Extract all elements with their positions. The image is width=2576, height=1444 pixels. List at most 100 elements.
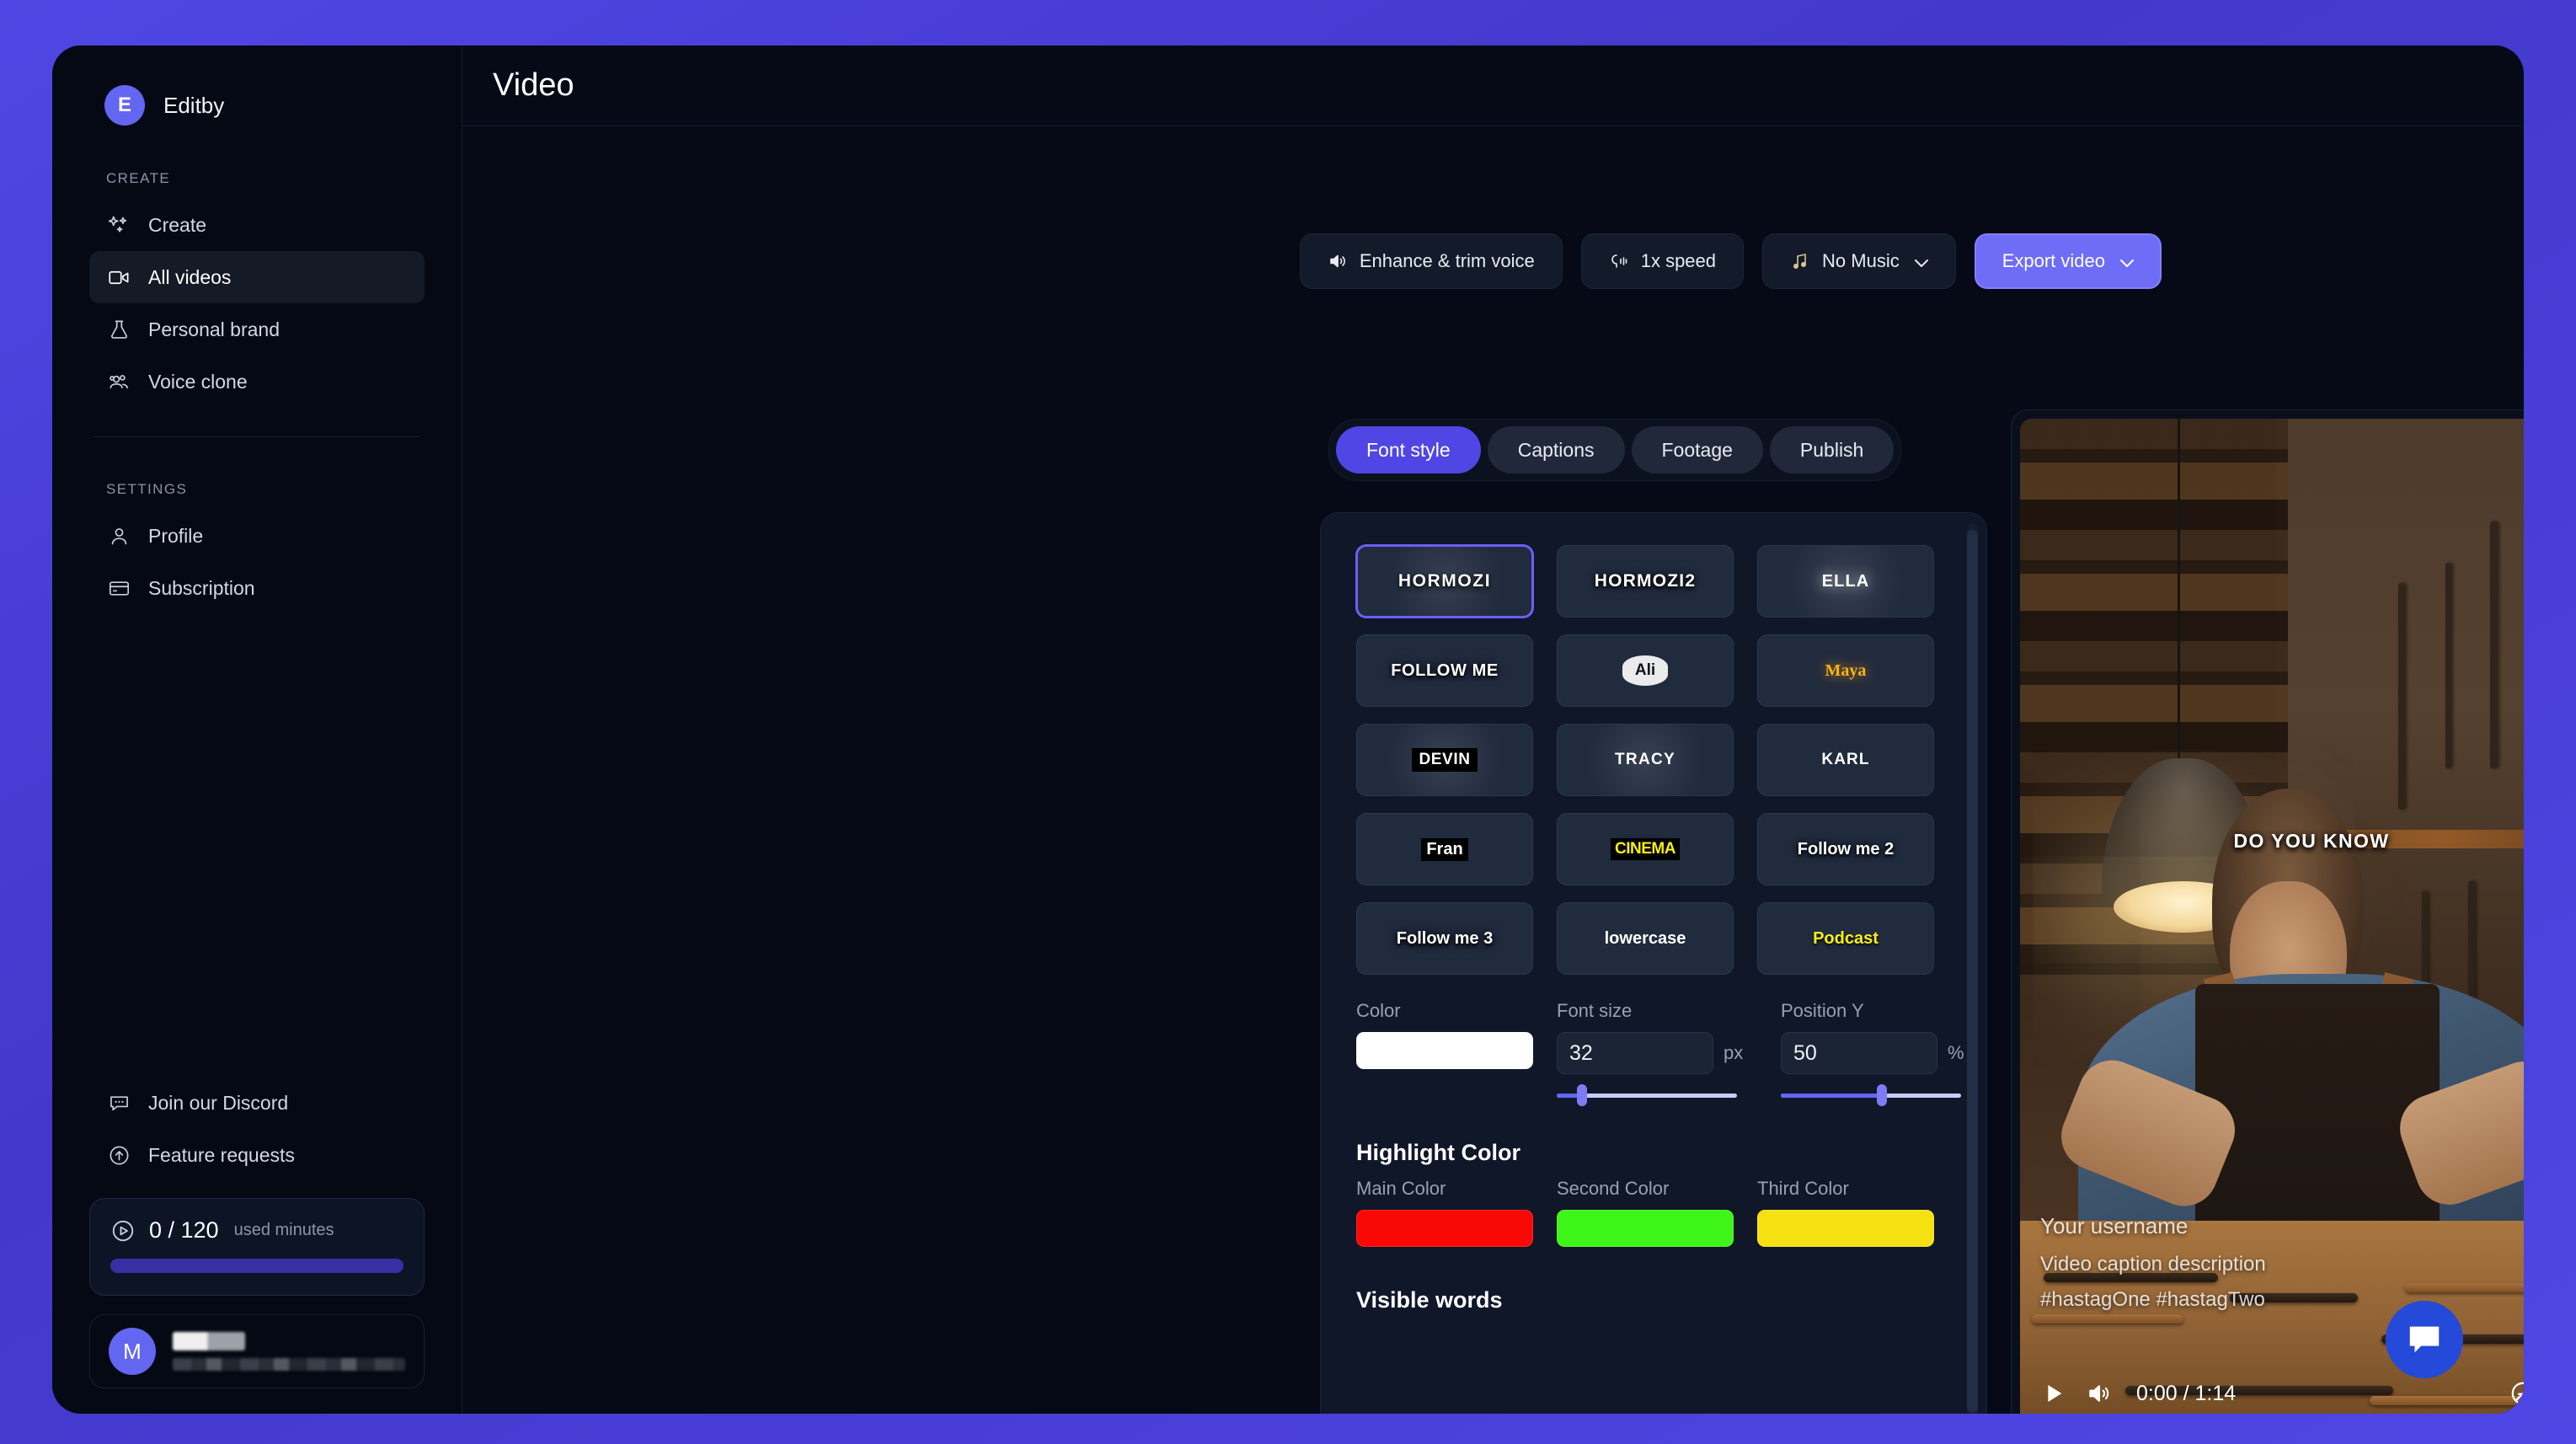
position-y-input[interactable] [1781,1032,1937,1074]
visible-words-title: Visible words [1356,1287,1503,1313]
page-title: Video [493,67,575,103]
sidebar-item-voice-clone[interactable]: Voice clone [89,356,425,408]
user-info-redacted [173,1332,405,1371]
main-color-swatch[interactable] [1356,1210,1533,1247]
font-style-card-cinema[interactable]: CINEMA [1557,813,1734,885]
tab-publish[interactable]: Publish [1769,426,1895,473]
sidebar-item-label: Profile [148,524,204,547]
font-size-label: Font size [1557,1000,1633,1021]
sidebar-item-label: All videos [148,265,232,288]
nav-section-settings-label: SETTINGS [106,481,188,497]
subtitles-off-icon[interactable] [2509,1379,2524,1408]
bottom-link-label: Join our Discord [148,1091,289,1114]
font-size-slider[interactable] [1557,1084,1737,1106]
speed-label: 1x speed [1640,250,1717,271]
second-color-swatch[interactable] [1557,1210,1734,1247]
slider-knob[interactable] [1876,1084,1887,1106]
feature-requests-link[interactable]: Feature requests [89,1129,425,1181]
font-style-label: ELLA [1821,571,1870,591]
sidebar-item-subscription[interactable]: Subscription [89,562,425,614]
color-control: Color [1356,1000,1533,1106]
font-style-card-hormozi[interactable]: HORMOZI [1356,545,1533,618]
font-style-card-ali[interactable]: Ali [1557,634,1734,707]
chevron-down-icon [2117,253,2134,270]
font-style-label: Follow me 3 [1396,928,1494,948]
user-icon [106,523,131,548]
font-style-label: Maya [1825,660,1867,680]
sidebar-item-label: Personal brand [148,318,280,340]
scrollbar-thumb[interactable] [1967,530,1978,1413]
speed-button[interactable]: 1x speed [1580,233,1745,289]
brand[interactable]: E Editby [89,45,425,126]
font-style-card-tracy[interactable]: TRACY [1557,724,1734,796]
slider-knob[interactable] [1576,1084,1587,1106]
font-style-card-follow-me[interactable]: FOLLOW ME [1356,634,1533,707]
color-label: Color [1356,1000,1401,1021]
font-style-card-fran[interactable]: Fran [1356,813,1533,885]
font-style-card-hormozi2[interactable]: HORMOZI2 [1557,545,1734,618]
sidebar-item-personal-brand[interactable]: Personal brand [89,303,425,356]
avatar: M [109,1328,156,1375]
text-controls-row: Color Font size px [1356,1000,1964,1106]
nav-section-create-label: CREATE [106,170,171,186]
enhance-trim-voice-button[interactable]: Enhance & trim voice [1299,233,1563,289]
music-note-icon [1790,251,1810,271]
brand-avatar: E [104,85,145,126]
font-style-card-karl[interactable]: KARL [1757,724,1934,796]
second-color-label: Second Color [1557,1178,1670,1199]
export-video-button[interactable]: Export video [1974,233,2162,289]
font-style-label: HORMOZI2 [1594,571,1697,591]
chat-support-button[interactable] [2386,1301,2463,1378]
app-window: E Editby CREATE Create All videos Person… [52,45,2524,1414]
panel-scrollbar[interactable] [1967,523,1978,1414]
tab-font-style[interactable]: Font style [1336,426,1481,473]
font-style-card-ella[interactable]: ELLA [1757,545,1934,618]
video-time-display: 0:00 / 1:14 [2136,1381,2237,1405]
position-y-slider[interactable] [1781,1084,1961,1106]
usage-count: 0 / 120 [149,1217,219,1243]
enhance-trim-voice-label: Enhance & trim voice [1359,250,1535,271]
highlight-color-title: Highlight Color [1356,1140,1520,1165]
position-y-control: Position Y % [1781,1000,1981,1106]
font-style-card-follow-me-3[interactable]: Follow me 3 [1356,902,1533,975]
editor-tabs: Font style Captions Footage Publish [1328,419,1902,481]
slider-fill [1781,1094,1882,1098]
font-style-label: Ali [1622,655,1669,686]
video-caption-overlay: DO YOU KNOW [2233,830,2390,852]
color-swatch[interactable] [1356,1032,1533,1069]
tab-footage[interactable]: Footage [1631,426,1763,473]
font-style-card-devin[interactable]: DEVIN [1356,724,1533,796]
flask-icon [106,317,131,342]
video-hashtags: #hastagOne #hastagTwo [2040,1288,2265,1311]
position-y-label: Position Y [1781,1000,1864,1021]
font-size-input[interactable] [1557,1032,1713,1074]
third-color-swatch[interactable] [1757,1210,1934,1247]
sidebar: E Editby CREATE Create All videos Person… [52,45,462,1414]
font-style-label: DEVIN [1412,748,1478,772]
sidebar-item-profile[interactable]: Profile [89,510,425,562]
join-discord-link[interactable]: Join our Discord [89,1077,425,1129]
sidebar-bottom: Join our Discord Feature requests 0 / 12… [89,1077,425,1388]
sidebar-item-all-videos[interactable]: All videos [89,251,425,303]
tab-captions[interactable]: Captions [1487,426,1625,473]
font-style-card-follow-me-2[interactable]: Follow me 2 [1757,813,1934,885]
volume-icon[interactable] [2086,1380,2113,1407]
redacted-name [173,1332,245,1350]
bottom-link-label: Feature requests [148,1143,295,1166]
user-card[interactable]: M [89,1314,425,1388]
play-icon[interactable] [2040,1380,2067,1407]
font-style-label: lowercase [1604,928,1686,948]
editor-toolbar: Enhance & trim voice 1x speed No Music E… [1299,233,2162,289]
export-video-label: Export video [2001,250,2105,271]
content-area: Enhance & trim voice 1x speed No Music E… [462,126,2524,1414]
third-color-control: Third Color [1757,1178,1934,1247]
audio-wave-icon [1609,251,1629,271]
video-description: Video caption description [2040,1253,2266,1276]
font-style-card-podcast[interactable]: Podcast [1757,902,1934,975]
font-style-card-maya[interactable]: Maya [1757,634,1934,707]
music-select-button[interactable]: No Music [1762,233,1956,289]
font-style-label: HORMOZI [1398,571,1492,591]
sidebar-item-create[interactable]: Create [89,199,425,251]
font-style-card-lowercase[interactable]: lowercase [1557,902,1734,975]
video-frame[interactable]: DO YOU KNOW Your username Video caption … [2020,419,2524,1414]
